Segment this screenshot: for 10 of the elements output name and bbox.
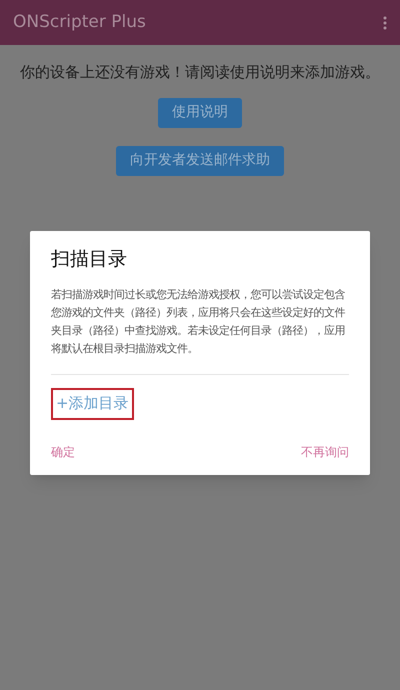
- add-directory-link[interactable]: +添加目录: [51, 388, 134, 420]
- dont-ask-again-button[interactable]: 不再询问: [301, 442, 349, 460]
- instructions-button[interactable]: 使用说明: [158, 98, 242, 128]
- dialog-message: 若扫描游戏时间过长或您无法给游戏授权，您可以尝试设定包含您游戏的文件夹（路径）列表，应用将只会在这些设定好的文件夹目录（路径）中查找游戏。若未设定任何目录（路径），应用将默认在根目录扫描游戏文件。: [51, 286, 346, 356]
- confirm-button[interactable]: 确定: [51, 442, 75, 460]
- empty-message: 你的设备上还没有游戏！请阅读使用说明来添加游戏。: [20, 62, 380, 83]
- email-help-button[interactable]: 向开发者发送邮件求助: [116, 146, 284, 176]
- app-title: ONScripter Plus: [13, 10, 146, 34]
- more-icon[interactable]: [383, 16, 387, 30]
- dialog-title: 扫描目录: [51, 247, 128, 272]
